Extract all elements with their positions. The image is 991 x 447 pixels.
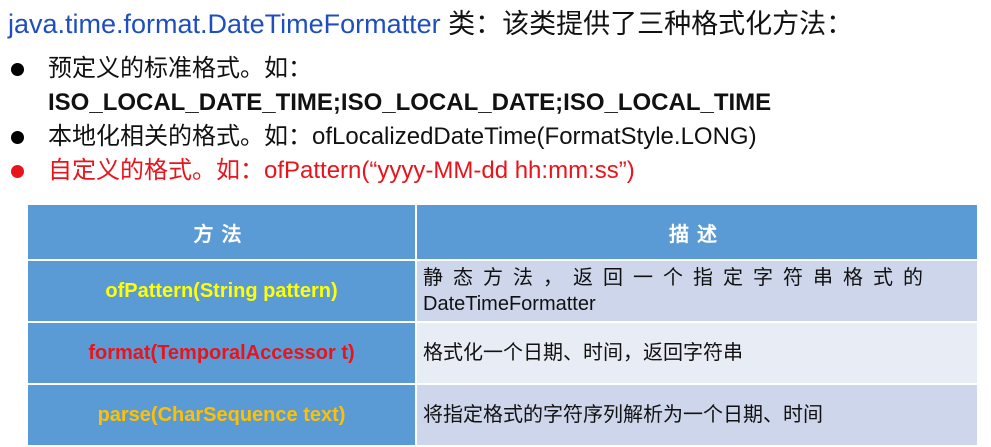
bullet-text: 自定义的格式。如：ofPattern(“yyyy-MM-dd hh:mm:ss”… [48,157,635,184]
bullet-item-localized: 本地化相关的格式。如：ofLocalizedDateTime(FormatSty… [0,120,991,154]
header-method: 方法 [26,203,417,261]
bullet-item-predefined: 预定义的标准格式。如： ISO_LOCAL_DATE_TIME;ISO_LOCA… [0,52,991,120]
bullet-dot-icon [11,131,24,144]
page-title: java.time.format.DateTimeFormatter 类：该类提… [8,2,853,41]
table-row: format(TemporalAccessor t) 格式化一个日期、时间，返回… [26,321,979,385]
method-cell: parse(CharSequence text) [26,383,417,447]
description-line: 静态方法，返回一个指定字符串格式的 [423,267,933,289]
bullet-text: 本地化相关的格式。如：ofLocalizedDateTime(FormatSty… [48,123,757,150]
table-header-row: 方法 描述 [26,203,979,261]
description-cell: 将指定格式的字符序列解析为一个日期、时间 [415,383,979,447]
class-name: java.time.format.DateTimeFormatter [8,9,441,39]
method-cell: format(TemporalAccessor t) [26,321,417,385]
methods-table: 方法 描述 ofPattern(String pattern) 静态方法，返回一… [26,203,979,447]
description-line: DateTimeFormatter [423,293,596,315]
bullet-item-custom: 自定义的格式。如：ofPattern(“yyyy-MM-dd hh:mm:ss”… [0,154,991,188]
bullet-dot-icon [11,165,24,178]
bullet-subtext: ISO_LOCAL_DATE_TIME;ISO_LOCAL_DATE;ISO_L… [48,89,772,116]
method-cell: ofPattern(String pattern) [26,259,417,323]
description-cell: 格式化一个日期、时间，返回字符串 [415,321,979,385]
table-row: parse(CharSequence text) 将指定格式的字符序列解析为一个… [26,383,979,447]
bullet-list: 预定义的标准格式。如： ISO_LOCAL_DATE_TIME;ISO_LOCA… [0,52,991,188]
title-suffix: 类：该类提供了三种格式化方法： [440,9,854,39]
table-row: ofPattern(String pattern) 静态方法，返回一个指定字符串… [26,259,979,323]
description-cell: 静态方法，返回一个指定字符串格式的 DateTimeFormatter [415,259,979,323]
header-description: 描述 [415,203,979,261]
bullet-text: 预定义的标准格式。如： [48,55,312,82]
bullet-dot-icon [11,63,24,76]
